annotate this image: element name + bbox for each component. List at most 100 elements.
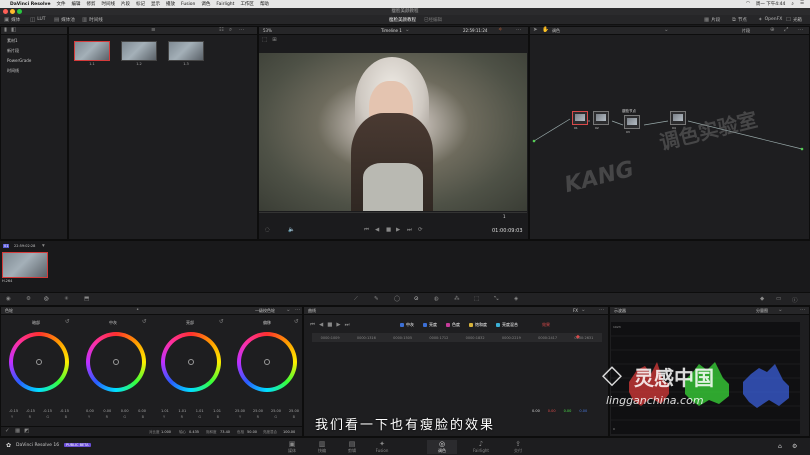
pointer-icon[interactable]: ➤ bbox=[533, 27, 538, 33]
menu-item-mark[interactable]: 标记 bbox=[136, 1, 145, 7]
menu-item-color[interactable]: 调色 bbox=[201, 1, 210, 7]
input-connector[interactable] bbox=[532, 139, 536, 143]
skip-start-icon[interactable]: ⏮ bbox=[310, 322, 315, 329]
more-icon[interactable]: ⋯ bbox=[798, 27, 804, 33]
tab-lut[interactable]: ◫ LUT bbox=[30, 17, 46, 23]
color-wheels-icon[interactable]: ◎ bbox=[44, 296, 49, 302]
reset-icon[interactable]: ↺ bbox=[294, 319, 299, 325]
play-reverse-icon[interactable]: ◀ bbox=[375, 227, 379, 233]
chevron-down-icon[interactable]: ⌄ bbox=[286, 307, 291, 313]
qualifier-icon[interactable]: ✎ bbox=[374, 296, 379, 302]
zoom-icon[interactable]: ⊕ bbox=[770, 27, 775, 33]
skip-end-icon[interactable]: ⏭ bbox=[407, 227, 412, 234]
clip-menu-icon[interactable]: ▾ bbox=[42, 243, 45, 249]
curves-effect-tag[interactable]: 效果 bbox=[542, 322, 550, 328]
gamma-wheel[interactable] bbox=[86, 332, 146, 392]
menu-item-clip[interactable]: 片段 bbox=[121, 1, 130, 7]
reset-icon[interactable]: ↺ bbox=[65, 319, 70, 325]
tab-nodes[interactable]: ⧉ 节点 bbox=[732, 17, 747, 24]
hand-icon[interactable]: ✋ bbox=[542, 27, 549, 33]
menu-item-help[interactable]: 帮助 bbox=[260, 1, 269, 7]
info-icon[interactable]: ⓘ bbox=[792, 296, 798, 304]
channel-toggle[interactable]: 中灰 bbox=[400, 322, 414, 328]
menu-item-fairlight[interactable]: Fairlight bbox=[216, 2, 234, 7]
settings-icon[interactable]: ⚙ bbox=[792, 443, 797, 450]
search-icon[interactable]: ⌕ bbox=[791, 1, 794, 7]
viewer-scrubber[interactable]: 1 bbox=[259, 212, 527, 220]
play-reverse-icon[interactable]: ◀ bbox=[319, 322, 323, 329]
clip-thumbnail[interactable] bbox=[74, 41, 110, 61]
blur-icon[interactable]: ⁂ bbox=[454, 296, 460, 302]
page-tab-fairlight[interactable]: ♪ Fairlight bbox=[466, 440, 496, 453]
output-connector[interactable] bbox=[800, 147, 804, 151]
page-tab-cut[interactable]: ▥ 快编 bbox=[307, 440, 337, 454]
stop-icon[interactable]: ■ bbox=[386, 227, 391, 233]
list-view-icon[interactable]: ☷ bbox=[219, 27, 224, 33]
page-tab-deliver[interactable]: ⇪ 交付 bbox=[503, 440, 533, 454]
wheels-mode[interactable]: 一级校色轮 bbox=[255, 308, 275, 314]
page-tab-fusion[interactable]: ✦ Fusion bbox=[367, 440, 397, 453]
reset-icon[interactable]: ↺ bbox=[219, 319, 224, 325]
fit-icon[interactable]: ⤢ bbox=[784, 27, 788, 34]
channel-toggle[interactable]: 色度 bbox=[446, 322, 460, 328]
transform-icon[interactable]: ⬚ bbox=[262, 37, 267, 43]
list-icon[interactable]: ☰ bbox=[800, 1, 804, 7]
node-02[interactable] bbox=[593, 111, 609, 125]
tab-media[interactable]: ▣ 媒体 bbox=[4, 17, 20, 23]
play-icon[interactable]: ▶ bbox=[396, 227, 400, 233]
window-icon[interactable]: ◯ bbox=[394, 296, 400, 302]
viewer-frame[interactable] bbox=[259, 53, 527, 211]
bin-new-clips[interactable]: 新片段 bbox=[7, 48, 19, 54]
keyframes-icon[interactable]: ◆ bbox=[760, 296, 764, 302]
menu-item-file[interactable]: 文件 bbox=[57, 1, 66, 7]
grid-icon[interactable]: ⊞ bbox=[272, 37, 277, 43]
viewer-timeline-name[interactable]: Timeline 1 bbox=[381, 28, 402, 33]
scopes-mode[interactable]: 分量图 bbox=[756, 308, 768, 314]
scopes-icon[interactable]: ▭ bbox=[776, 296, 781, 302]
minimize-window-button[interactable] bbox=[10, 9, 15, 14]
channel-toggle[interactable]: 亮度混合 bbox=[496, 322, 518, 328]
more-icon[interactable]: ⋯ bbox=[295, 307, 301, 313]
bin-master[interactable]: 素材1 bbox=[7, 38, 18, 44]
menu-item-trim[interactable]: 修剪 bbox=[87, 1, 96, 7]
viewer-zoom[interactable]: 53% bbox=[263, 28, 272, 33]
tab-lightbox[interactable]: ☐ 光箱 bbox=[786, 17, 802, 23]
node-03[interactable] bbox=[624, 115, 640, 129]
panel-split-icon[interactable]: ◧ bbox=[11, 27, 16, 33]
chevron-down-icon[interactable]: ⌄ bbox=[664, 27, 669, 33]
timeline-clip-thumbnail[interactable] bbox=[2, 252, 48, 278]
chevron-down-icon[interactable]: ⌄ bbox=[405, 27, 410, 33]
rgb-mixer-icon[interactable]: ✳ bbox=[64, 296, 69, 302]
lift-wheel[interactable] bbox=[9, 332, 69, 392]
close-window-button[interactable] bbox=[3, 9, 8, 14]
channel-toggle[interactable]: 饱和度 bbox=[469, 322, 487, 328]
tab-clips[interactable]: ▦ 片段 bbox=[704, 17, 720, 23]
color-match-icon[interactable]: ⚙ bbox=[26, 296, 31, 302]
more-icon[interactable]: ⋯ bbox=[516, 27, 522, 33]
offset-wheel[interactable] bbox=[237, 332, 297, 392]
camera-raw-icon[interactable]: ◉ bbox=[6, 296, 11, 302]
search-icon[interactable]: ⌕ bbox=[229, 27, 232, 34]
play-icon[interactable]: ▶ bbox=[336, 322, 340, 329]
more-icon[interactable]: ⋯ bbox=[599, 307, 605, 313]
gain-values[interactable]: 1.01 1.01 1.01 1.01 bbox=[161, 409, 221, 413]
page-tab-color[interactable]: ◎ 调色 bbox=[427, 440, 457, 454]
menu-item-timeline[interactable]: 时间线 bbox=[102, 1, 116, 7]
channel-toggle[interactable]: 亮度 bbox=[423, 322, 437, 328]
menu-app-name[interactable]: DaVinci Resolve bbox=[10, 2, 51, 7]
curves-fx-label[interactable]: FX bbox=[573, 308, 578, 313]
skip-end-icon[interactable]: ⏭ bbox=[345, 322, 350, 329]
3d-icon[interactable]: ◈ bbox=[514, 296, 518, 302]
lift-values[interactable]: -0.15 -0.15 -0.15 -0.15 bbox=[9, 409, 69, 413]
bin-powergrade[interactable]: PowerGrade bbox=[7, 58, 31, 63]
menu-item-workspace[interactable]: 工作区 bbox=[240, 1, 254, 7]
chevron-down-icon[interactable]: ⌄ bbox=[778, 307, 783, 313]
loop-icon[interactable]: ◌ bbox=[265, 227, 270, 233]
clip-thumbnail[interactable] bbox=[168, 41, 204, 61]
menu-item-edit[interactable]: 编辑 bbox=[72, 1, 81, 7]
menu-item-view[interactable]: 显示 bbox=[151, 1, 160, 7]
tab-timeline[interactable]: ▥ 时间线 bbox=[82, 17, 103, 23]
more-icon[interactable]: ⋯ bbox=[239, 27, 245, 33]
page-tab-edit[interactable]: ▤ 剪辑 bbox=[337, 440, 367, 454]
magic-mask-icon[interactable]: ◍ bbox=[434, 296, 439, 302]
